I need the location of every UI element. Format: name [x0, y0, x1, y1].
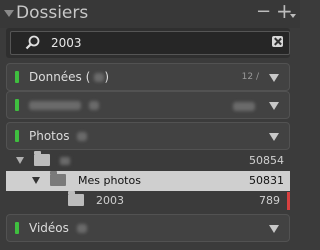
section-videos[interactable]: Vidéos [6, 214, 290, 242]
clear-search-icon[interactable] [272, 36, 283, 47]
folder-count: 789 [259, 194, 280, 207]
color-marker [287, 192, 290, 210]
search-icon [25, 35, 40, 50]
folder-name: Mes photos [78, 174, 141, 187]
chevron-down-icon[interactable] [269, 225, 279, 233]
add-menu-caret-icon[interactable] [290, 14, 296, 18]
search-value: 2003 [51, 36, 82, 50]
add-folder-button[interactable]: + [276, 1, 293, 21]
section-label: Vidéos [29, 221, 87, 235]
tree-row-mes-photos[interactable]: Mes photos 50831 [6, 171, 290, 191]
folder-icon [50, 171, 66, 186]
expand-arrow-icon[interactable] [16, 157, 24, 164]
panel-header: Dossiers − + [0, 0, 300, 28]
status-dot [15, 99, 19, 111]
folder-icon [68, 191, 84, 206]
status-dot [15, 222, 19, 234]
section-hidden[interactable] [6, 91, 290, 119]
folder-name: 2003 [96, 194, 124, 207]
chevron-down-icon[interactable] [269, 102, 279, 110]
search-input[interactable]: 2003 [10, 31, 290, 55]
section-photos[interactable]: Photos [6, 122, 290, 150]
chevron-down-icon[interactable] [269, 74, 279, 82]
status-dot [15, 130, 19, 142]
section-count [233, 102, 255, 111]
expand-arrow-icon[interactable] [32, 177, 40, 184]
tree-row-2003[interactable]: 2003 789 [6, 191, 290, 211]
section-label: Photos [29, 129, 88, 143]
folder-icon [34, 151, 50, 166]
section-donnees[interactable]: Données () 12 / [6, 63, 290, 91]
remove-folder-button[interactable]: − [256, 2, 271, 22]
section-count: 12 / [241, 72, 259, 82]
folder-count: 50831 [249, 174, 284, 187]
status-dot [15, 71, 19, 83]
panel-title: Dossiers [16, 3, 89, 23]
collapse-arrow-icon[interactable] [4, 10, 14, 17]
section-label: Données () [29, 70, 109, 84]
folder-count: 50854 [249, 154, 284, 167]
section-label [29, 98, 99, 112]
tree-row-root[interactable]: 50854 [6, 151, 290, 171]
chevron-down-icon[interactable] [269, 133, 279, 141]
folder-name [60, 157, 70, 165]
